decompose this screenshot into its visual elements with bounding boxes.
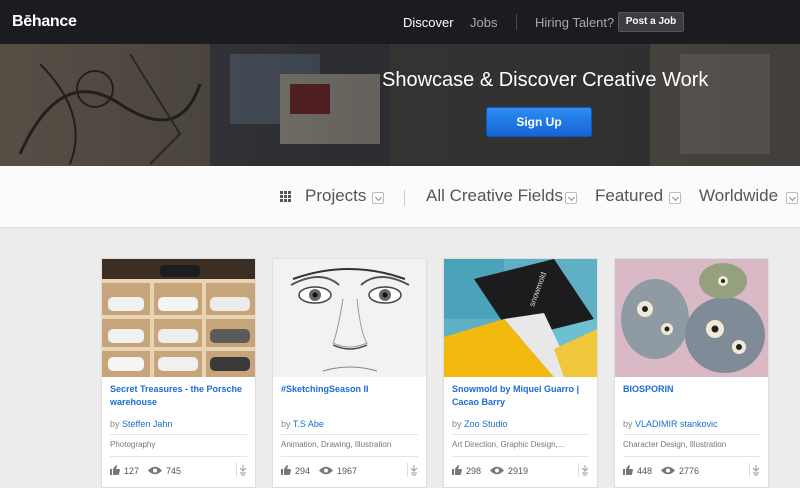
- project-thumbnail[interactable]: [615, 259, 768, 377]
- nav-divider: [516, 14, 517, 30]
- project-owner: by Steffen Jahn: [110, 419, 172, 429]
- project-title[interactable]: Snowmold by Miquel Guarro | Cacao Barry: [452, 383, 592, 409]
- card-divider: [623, 434, 760, 435]
- post-a-job-button[interactable]: Post a Job: [618, 12, 684, 32]
- card-divider: [623, 456, 760, 457]
- thumbs-up-icon: [281, 465, 291, 475]
- project-fields: Art Direction, Graphic Design,...: [452, 440, 565, 449]
- project-fields: Character Design, Illustration: [623, 440, 727, 449]
- project-card[interactable]: BIOSPORIN by VLADIMIR stankovic Characte…: [614, 258, 769, 488]
- project-thumbnail[interactable]: [102, 259, 255, 377]
- by-label: by: [281, 419, 291, 429]
- hero-banner: Showcase & Discover Creative Work Sign U…: [0, 44, 800, 166]
- chevron-down-icon[interactable]: [786, 192, 798, 204]
- project-owner: by Zoo Studio: [452, 419, 508, 429]
- project-fields: Animation, Drawing, Illustration: [281, 440, 392, 449]
- location-filter[interactable]: Worldwide: [699, 186, 778, 206]
- nav-jobs[interactable]: Jobs: [470, 15, 497, 30]
- nav-discover[interactable]: Discover: [403, 15, 454, 30]
- card-divider: [452, 456, 589, 457]
- eye-icon: [490, 466, 504, 475]
- filter-divider: [404, 190, 405, 206]
- author-link[interactable]: T.S Abe: [293, 419, 324, 429]
- top-nav: Bēhance Discover Jobs Hiring Talent? Pos…: [0, 0, 800, 44]
- project-title[interactable]: BIOSPORIN: [623, 383, 763, 396]
- card-divider: [110, 434, 247, 435]
- card-divider: [281, 456, 418, 457]
- project-owner: by T.S Abe: [281, 419, 324, 429]
- thumbs-up-icon: [110, 465, 120, 475]
- thumbs-up-icon: [452, 465, 462, 475]
- card-divider: [110, 456, 247, 457]
- view-count: 745: [166, 466, 182, 476]
- project-thumbnail[interactable]: snowmold: [444, 259, 597, 377]
- grid-view-icon[interactable]: [280, 191, 291, 202]
- project-stats: 127 745: [102, 458, 255, 487]
- project-card[interactable]: Secret Treasures - the Porsche warehouse…: [101, 258, 256, 488]
- like-count: 294: [295, 466, 311, 476]
- project-title[interactable]: #SketchingSeason II: [281, 383, 421, 396]
- chevron-down-icon[interactable]: [565, 192, 577, 204]
- hiring-talent-label: Hiring Talent?: [535, 15, 615, 30]
- like-count: 298: [466, 466, 482, 476]
- save-ribbon-icon[interactable]: [236, 463, 249, 477]
- eye-icon: [661, 466, 675, 475]
- project-card[interactable]: #SketchingSeason II by T.S Abe Animation…: [272, 258, 427, 488]
- project-owner: by VLADIMIR stankovic: [623, 419, 718, 429]
- project-stats: 448 2776: [615, 458, 768, 487]
- card-divider: [281, 434, 418, 435]
- sign-up-button[interactable]: Sign Up: [486, 107, 592, 137]
- author-link[interactable]: Steffen Jahn: [122, 419, 172, 429]
- save-ribbon-icon[interactable]: [749, 463, 762, 477]
- hero-overlay: [0, 44, 800, 166]
- behance-logo[interactable]: Bēhance: [12, 13, 77, 31]
- eye-icon: [148, 466, 162, 475]
- view-count: 2919: [508, 466, 529, 476]
- filter-bar: Projects All Creative Fields Featured Wo…: [0, 166, 800, 228]
- by-label: by: [452, 419, 462, 429]
- project-fields: Photography: [110, 440, 156, 449]
- project-stats: 298 2919: [444, 458, 597, 487]
- save-ribbon-icon[interactable]: [407, 463, 420, 477]
- author-link[interactable]: VLADIMIR stankovic: [635, 419, 718, 429]
- thumbs-up-icon: [623, 465, 633, 475]
- creative-fields-filter[interactable]: All Creative Fields: [426, 186, 563, 206]
- project-card[interactable]: snowmold Snowmold by Miquel Guarro | Cac…: [443, 258, 598, 488]
- like-count: 127: [124, 466, 140, 476]
- card-divider: [452, 434, 589, 435]
- eye-icon: [319, 466, 333, 475]
- by-label: by: [623, 419, 633, 429]
- hero-title: Showcase & Discover Creative Work: [382, 69, 709, 91]
- by-label: by: [110, 419, 120, 429]
- chevron-down-icon[interactable]: [372, 192, 384, 204]
- chevron-down-icon[interactable]: [669, 192, 681, 204]
- view-count: 1967: [337, 466, 358, 476]
- project-thumbnail[interactable]: [273, 259, 426, 377]
- like-count: 448: [637, 466, 653, 476]
- author-link[interactable]: Zoo Studio: [464, 419, 508, 429]
- project-title[interactable]: Secret Treasures - the Porsche warehouse: [110, 383, 250, 409]
- save-ribbon-icon[interactable]: [578, 463, 591, 477]
- project-stats: 294 1967: [273, 458, 426, 487]
- projects-filter[interactable]: Projects: [305, 186, 366, 206]
- view-count: 2776: [679, 466, 700, 476]
- featured-filter[interactable]: Featured: [595, 186, 663, 206]
